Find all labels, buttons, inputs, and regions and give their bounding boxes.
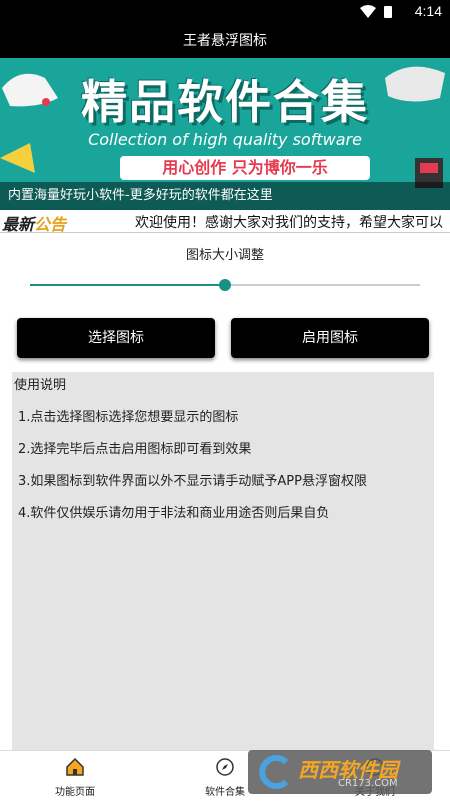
banner-title: 精品软件合集 (81, 75, 369, 129)
select-icon-button[interactable]: 选择图标 (17, 318, 215, 358)
banner[interactable]: 精品软件合集 Collection of high quality softwa… (0, 58, 450, 210)
battery-icon (384, 6, 392, 18)
nav-label-features: 功能页面 (55, 787, 95, 798)
wifi-icon (360, 5, 376, 18)
instruction-item: 1.点击选择图标选择您想要显示的图标 (18, 410, 239, 425)
watermark-logo: 西西软件园 CR173.COM (248, 750, 432, 794)
status-icons (360, 5, 392, 18)
notice-label-new: 最新 (2, 215, 35, 233)
banner-caption: 内置海量好玩小软件-更多好玩的软件都在这里 (0, 182, 450, 210)
notice-label: 最新公告 (2, 211, 67, 233)
slider-fill (30, 284, 225, 286)
app-title: 王者悬浮图标 (183, 33, 267, 49)
notice-bar[interactable]: 最新公告 欢迎使用！感谢大家对我们的支持，希望大家可以 (0, 210, 450, 233)
banner-subtitle: Collection of high quality software (88, 130, 362, 149)
slider-thumb[interactable] (219, 279, 231, 291)
instructions-title: 使用说明 (14, 378, 67, 393)
home-icon (66, 757, 84, 776)
banner-slogan: 用心创作 只为博你一乐 (120, 156, 370, 180)
nav-item-features[interactable]: 功能页面 (20, 751, 130, 801)
watermark-sub: CR173.COM (338, 778, 398, 789)
instruction-item: 4.软件仅供娱乐请勿用于非法和商业用途否则后果自负 (18, 506, 330, 521)
status-time: 4:14 (414, 3, 442, 19)
notice-label-announcement: 公告 (34, 215, 67, 233)
compass-icon (216, 758, 234, 776)
app-title-bar: 王者悬浮图标 (0, 24, 450, 58)
icon-size-slider[interactable] (30, 278, 420, 292)
instruction-item: 2.选择完毕后点击启用图标即可看到效果 (18, 442, 252, 457)
instruction-item: 3.如果图标到软件界面以外不显示请手动赋予APP悬浮窗权限 (18, 474, 367, 489)
watermark-c-icon (259, 755, 289, 789)
status-bar: 4:14 (0, 0, 450, 24)
notice-marquee-text: 欢迎使用！感谢大家对我们的支持，希望大家可以 (135, 215, 443, 231)
icon-size-label: 图标大小调整 (185, 248, 264, 263)
enable-icon-button[interactable]: 启用图标 (231, 318, 429, 358)
instructions-panel: 使用说明 1.点击选择图标选择您想要显示的图标 2.选择完毕后点击启用图标即可看… (12, 372, 434, 750)
